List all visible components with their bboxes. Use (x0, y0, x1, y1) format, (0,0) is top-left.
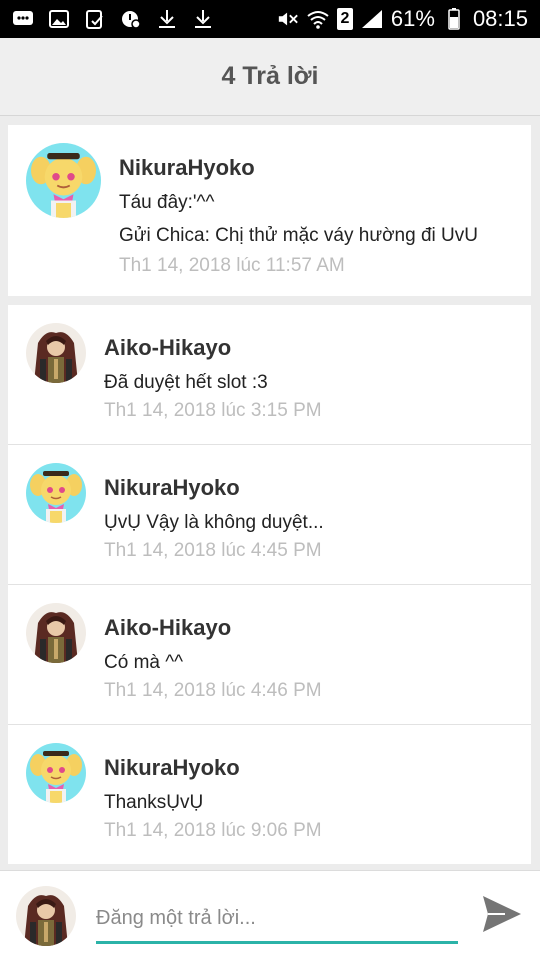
wifi-icon (307, 9, 329, 29)
reply-author[interactable]: NikuraHyoko (104, 755, 240, 781)
reply-item[interactable]: Aiko-Hikayo Đã duyệt hết slot :3 Th1 14,… (8, 305, 531, 445)
aiko-avatar[interactable] (16, 886, 76, 946)
signal-icon (361, 9, 383, 29)
post-author[interactable]: NikuraHyoko (119, 155, 255, 181)
reply-text: ThanksỤvỤ (104, 792, 204, 813)
page-title: 4 Trả lời (221, 62, 319, 90)
chica-avatar[interactable] (26, 463, 86, 523)
sim-icon: 2 (336, 8, 353, 30)
alarm-icon (120, 9, 142, 29)
mute-icon (277, 9, 299, 29)
download-icon (156, 9, 178, 29)
top-bar: 4 Trả lời (0, 38, 540, 116)
original-post-card[interactable]: NikuraHyoko Táu đây:'^^ Gửi Chica: Chị t… (8, 125, 531, 296)
reply-text: ỤvỤ Vậy là không duyệt... (104, 512, 324, 533)
aiko-avatar[interactable] (26, 323, 86, 383)
chica-avatar[interactable] (26, 143, 101, 218)
reply-timestamp: Th1 14, 2018 lúc 4:45 PM (104, 540, 322, 561)
aiko-avatar[interactable] (26, 603, 86, 663)
reply-item[interactable]: Aiko-Hikayo Có mà ^^ Th1 14, 2018 lúc 4:… (8, 585, 531, 725)
reply-text: Đã duyệt hết slot :3 (104, 372, 268, 393)
post-timestamp: Th1 14, 2018 lúc 11:57 AM (119, 255, 345, 276)
status-bar: 2 61% 08:15 (0, 0, 540, 38)
reply-timestamp: Th1 14, 2018 lúc 9:06 PM (104, 820, 322, 841)
reply-author[interactable]: Aiko-Hikayo (104, 615, 231, 641)
post-line: Táu đây:'^^ (119, 192, 215, 213)
send-button[interactable] (478, 890, 526, 938)
battery-percent: 61% (390, 6, 435, 31)
image-icon (48, 9, 70, 29)
send-icon (483, 896, 521, 932)
chica-avatar[interactable] (26, 743, 86, 803)
clock: 08:15 (472, 6, 528, 31)
reply-timestamp: Th1 14, 2018 lúc 4:46 PM (104, 680, 322, 701)
replies-list: Aiko-Hikayo Đã duyệt hết slot :3 Th1 14,… (8, 305, 531, 864)
reply-item[interactable]: NikuraHyoko ỤvỤ Vậy là không duyệt... Th… (8, 445, 531, 585)
reply-item[interactable]: NikuraHyoko ThanksỤvỤ Th1 14, 2018 lúc 9… (8, 725, 531, 865)
message-icon (12, 9, 34, 29)
post-line: Gửi Chica: Chị thử mặc váy hường đi UvU (119, 225, 478, 246)
download-icon (192, 9, 214, 29)
reply-author[interactable]: NikuraHyoko (104, 475, 240, 501)
clipboard-icon (84, 9, 106, 29)
reply-input[interactable] (96, 896, 458, 944)
reply-timestamp: Th1 14, 2018 lúc 3:15 PM (104, 400, 322, 421)
battery-icon (443, 8, 465, 30)
reply-text: Có mà ^^ (104, 652, 184, 673)
reply-author[interactable]: Aiko-Hikayo (104, 335, 231, 361)
